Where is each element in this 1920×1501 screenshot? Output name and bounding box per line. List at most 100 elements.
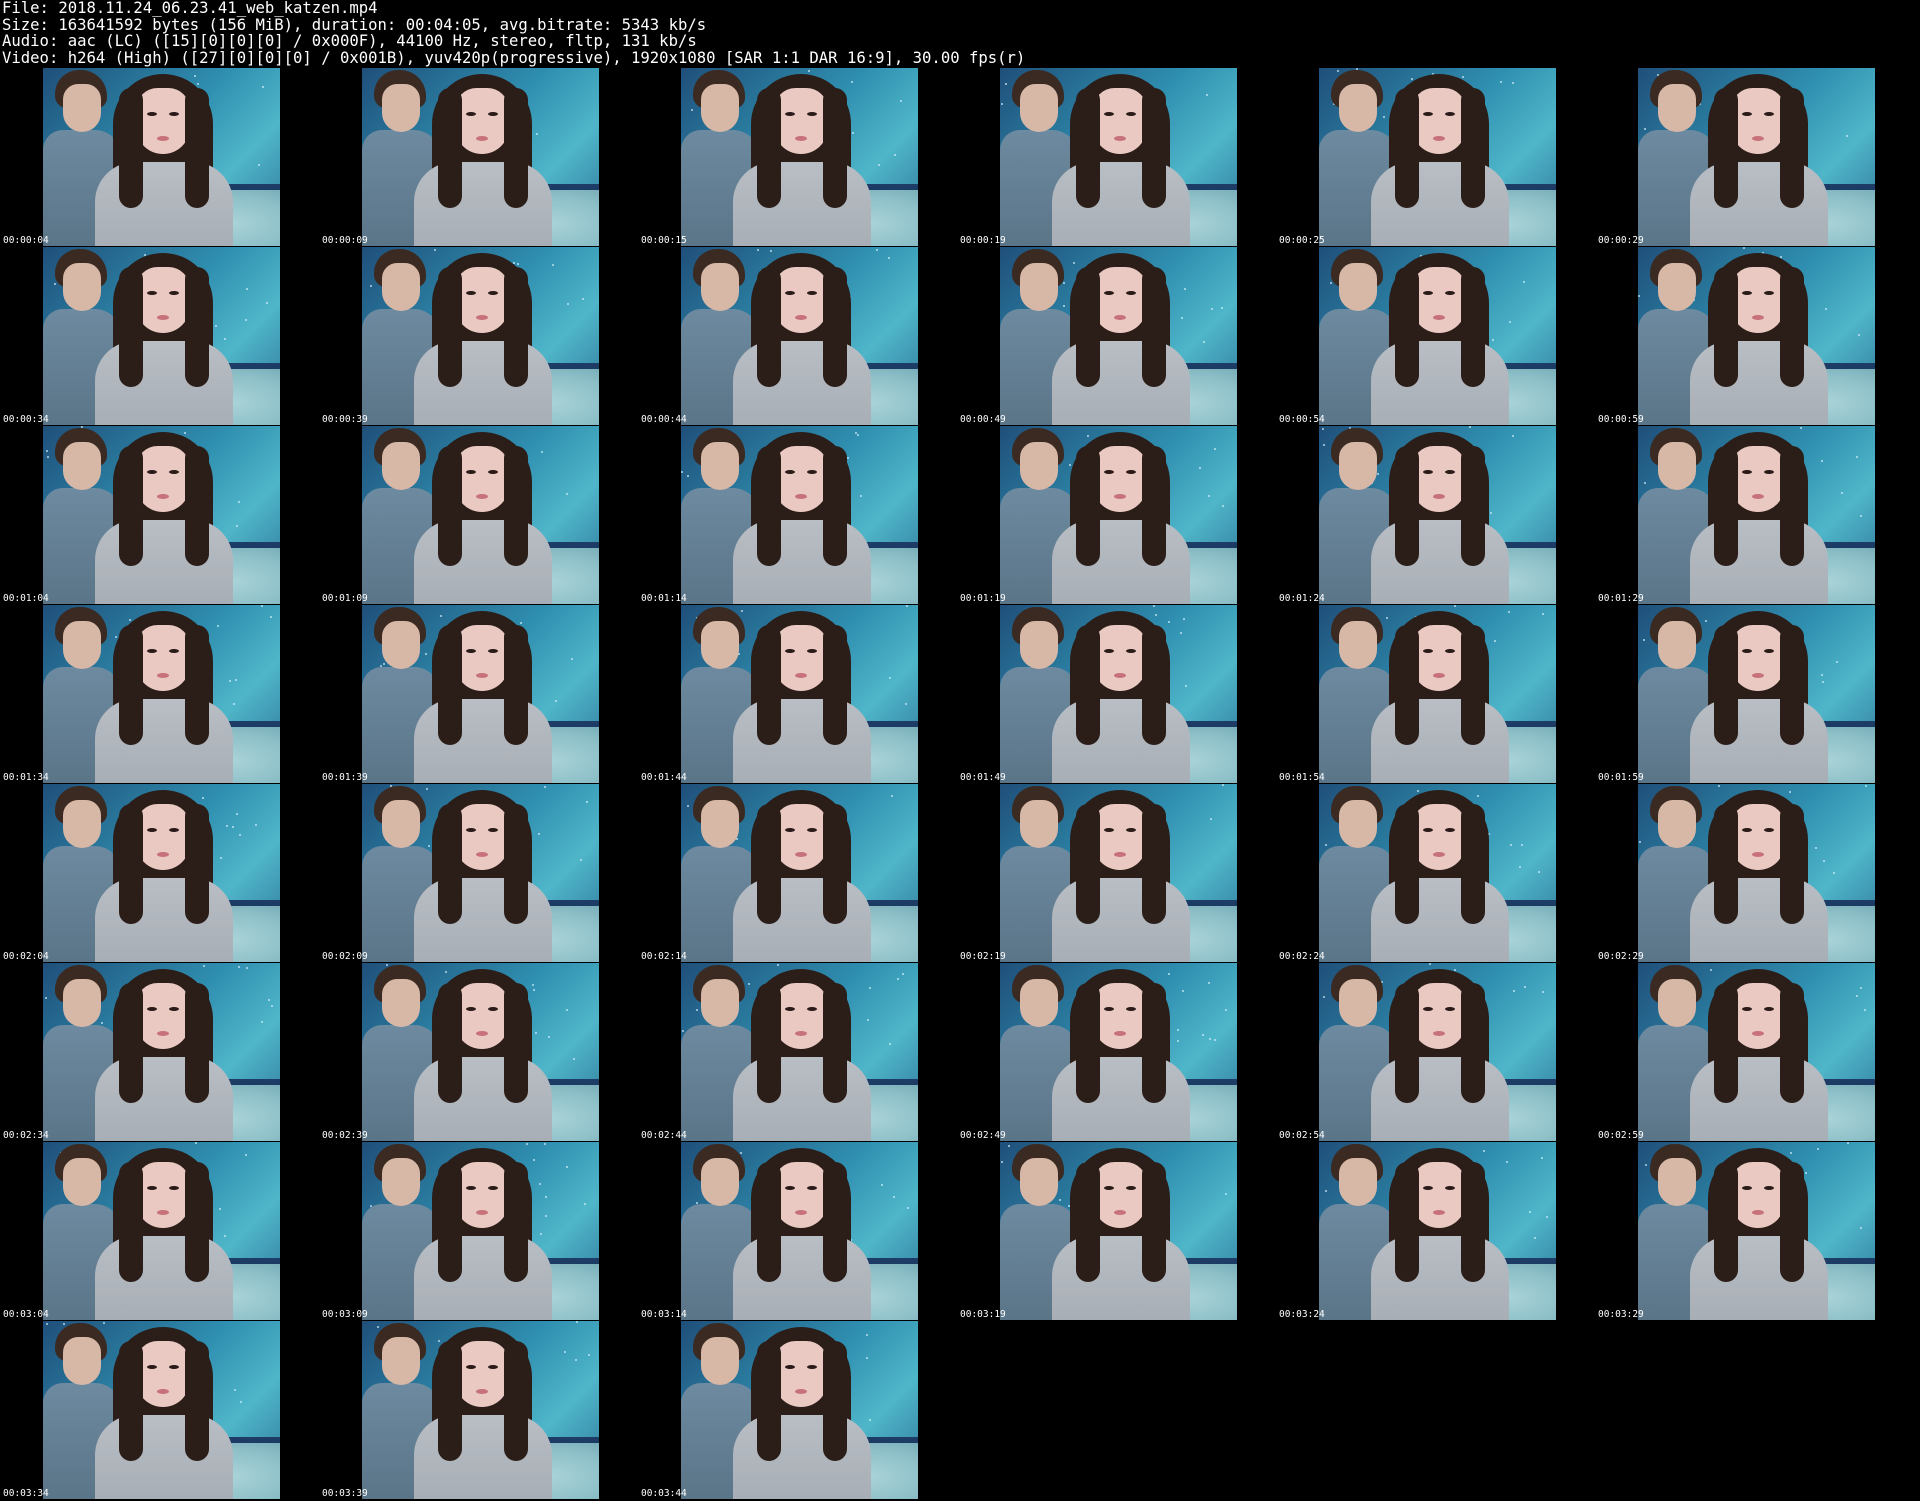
person-center-hair-right <box>504 1162 528 1282</box>
person-center-eye-left <box>147 1186 157 1190</box>
person-center <box>1046 605 1196 783</box>
thumbnail-cell: 00:01:49 <box>957 605 1276 784</box>
background-star <box>1541 1157 1543 1159</box>
person-center-eye-left <box>1423 291 1433 295</box>
person-center-hair-left <box>1395 1162 1419 1282</box>
video-frame-thumbnail <box>362 247 599 425</box>
person-center-face <box>1093 804 1147 870</box>
person-center-lips <box>1752 673 1764 678</box>
person-center-eye-left <box>785 1186 795 1190</box>
person-center-eye-right <box>169 1007 179 1011</box>
thumbnail-cell: 00:00:09 <box>319 68 638 247</box>
person-center-lips <box>476 136 488 141</box>
background-star <box>1210 818 1212 820</box>
person-center-hair-right <box>185 1341 209 1461</box>
person-center-hair-left <box>1714 804 1738 924</box>
video-frame-thumbnail <box>1638 1142 1875 1320</box>
person-center-eye-right <box>488 828 498 832</box>
person-center <box>1365 68 1515 246</box>
person-center-hair-left <box>757 1341 781 1461</box>
person-center-eye-left <box>1742 291 1752 295</box>
background-star <box>1521 844 1523 846</box>
video-frame-thumbnail <box>1319 1142 1556 1320</box>
person-center-eye-left <box>785 291 795 295</box>
thumbnail-timestamp: 00:02:49 <box>960 1130 1006 1141</box>
background-star <box>1847 1142 1849 1144</box>
background-star <box>894 154 896 156</box>
person-center <box>1365 247 1515 425</box>
person-center-hair-right <box>823 446 847 566</box>
person-center-hair-right <box>1142 625 1166 745</box>
person-center-lips <box>795 1210 807 1215</box>
person-center-eye-right <box>1445 112 1455 116</box>
person-center-hair-right <box>185 625 209 745</box>
person-center-eye-left <box>1104 649 1114 653</box>
person-center-sweater-logo <box>462 1278 502 1308</box>
thumbnail-timestamp: 00:00:15 <box>641 235 687 246</box>
video-frame-thumbnail <box>681 247 918 425</box>
person-center-eye-left <box>147 1365 157 1369</box>
person-center-sweater-logo <box>781 1099 821 1129</box>
thumbnail-timestamp: 00:02:39 <box>322 1130 368 1141</box>
person-center-eye-left <box>1742 1186 1752 1190</box>
person-center-hair-right <box>1142 804 1166 924</box>
person-center-lips <box>795 315 807 320</box>
person-center-face <box>136 267 190 333</box>
person-center-face <box>455 625 509 691</box>
person-center-sweater-logo <box>1100 1278 1140 1308</box>
person-center-eye-left <box>1104 828 1114 832</box>
person-center-face <box>1412 446 1466 512</box>
background-star <box>1208 495 1210 497</box>
person-center-hair-left <box>1714 625 1738 745</box>
background-star <box>1546 1216 1548 1218</box>
thumbnail-timestamp: 00:01:49 <box>960 772 1006 783</box>
person-center-sweater-logo <box>143 920 183 950</box>
background-star <box>566 493 568 495</box>
person-center-eye-left <box>1742 1007 1752 1011</box>
person-center-hair-right <box>1780 88 1804 208</box>
person-center-hair-left <box>438 267 462 387</box>
person-center-hair-left <box>757 446 781 566</box>
person-center-hair-right <box>504 804 528 924</box>
video-frame-thumbnail <box>1319 605 1556 783</box>
video-frame-thumbnail <box>362 605 599 783</box>
person-center-eye-right <box>488 649 498 653</box>
video-frame-thumbnail <box>43 605 280 783</box>
person-center-eye-right <box>807 1186 817 1190</box>
person-center-eye-left <box>785 828 795 832</box>
person-center-face <box>1093 983 1147 1049</box>
video-frame-thumbnail <box>681 426 918 604</box>
thumbnail-cell: 00:01:29 <box>1595 426 1914 605</box>
thumbnail-cell: 00:03:29 <box>1595 1142 1914 1321</box>
person-center-eye-right <box>1445 1007 1455 1011</box>
thumbnail-cell: 00:02:49 <box>957 963 1276 1142</box>
person-center-hair-left <box>1076 446 1100 566</box>
person-center-hair-right <box>1142 88 1166 208</box>
thumbnail-cell: 00:02:24 <box>1276 784 1595 963</box>
person-center-lips <box>157 1389 169 1394</box>
person-center-eye-right <box>807 291 817 295</box>
person-center-lips <box>1433 1210 1445 1215</box>
media-info-header: File: 2018.11.24_06.23.41_web_katzen.mp4… <box>2 0 1902 66</box>
person-center <box>727 784 877 962</box>
person-center <box>1046 784 1196 962</box>
person-center-hair-left <box>1395 625 1419 745</box>
person-center-sweater-logo <box>1738 1278 1778 1308</box>
person-center-hair-left <box>438 804 462 924</box>
person-center-hair-right <box>823 267 847 387</box>
person-center-hair-left <box>1714 88 1738 208</box>
person-center-sweater-logo <box>462 741 502 771</box>
person-center-sweater-logo <box>1100 741 1140 771</box>
person-center-eye-left <box>466 470 476 474</box>
person-center-eye-right <box>1126 649 1136 653</box>
person-center <box>89 784 239 962</box>
person-center <box>727 426 877 604</box>
background-star <box>1846 135 1848 137</box>
person-center-sweater-logo <box>1738 562 1778 592</box>
person-center-eye-right <box>807 1007 817 1011</box>
person-center-hair-right <box>185 983 209 1103</box>
person-center-hair-left <box>1076 267 1100 387</box>
person-center-hair-right <box>1780 1162 1804 1282</box>
person-center-hair-right <box>185 804 209 924</box>
thumbnail-timestamp: 00:03:19 <box>960 1309 1006 1320</box>
